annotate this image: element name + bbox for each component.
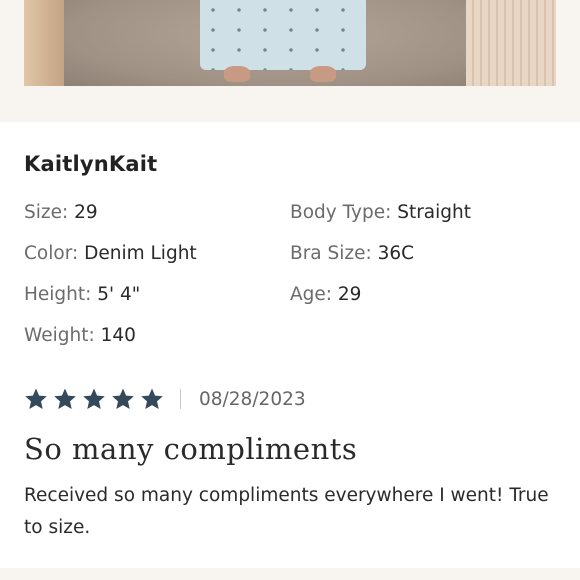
attr-color: Color: Denim Light xyxy=(24,243,197,264)
star-rating xyxy=(24,387,164,411)
reviewer-username: KaitlynKait xyxy=(24,152,158,176)
attr-size-value: 29 xyxy=(74,202,98,223)
rating-divider xyxy=(180,389,181,409)
attr-color-value: Denim Light xyxy=(84,243,197,264)
dress xyxy=(200,0,366,70)
attr-color-label: Color: xyxy=(24,243,79,264)
closet-door xyxy=(466,0,556,86)
review-card: KaitlynKait Size: 29 Color: Denim Light … xyxy=(0,122,580,568)
attr-height: Height: 5' 4" xyxy=(24,284,140,305)
attr-body-type-label: Body Type: xyxy=(290,202,392,223)
review-body: Received so many compliments everywhere … xyxy=(24,485,549,538)
attr-body-type: Body Type: Straight xyxy=(290,202,471,223)
review-title: So many compliments xyxy=(24,432,358,466)
attr-weight-label: Weight: xyxy=(24,325,95,346)
mirror-frame xyxy=(24,0,62,86)
attr-weight: Weight: 140 xyxy=(24,325,136,346)
foot-left xyxy=(224,66,250,82)
attr-height-value: 5' 4" xyxy=(97,284,141,305)
review-date: 08/28/2023 xyxy=(199,388,306,410)
attr-body-type-value: Straight xyxy=(397,202,472,223)
rating-row: 08/28/2023 xyxy=(24,386,306,412)
attr-size: Size: 29 xyxy=(24,202,98,223)
attr-bra-size-value: 36C xyxy=(377,243,415,264)
attr-age: Age: 29 xyxy=(290,284,361,305)
attr-age-label: Age: xyxy=(290,284,333,305)
attr-age-value: 29 xyxy=(337,284,362,305)
star-icon xyxy=(25,388,47,409)
star-icon xyxy=(112,388,134,409)
attr-weight-value: 140 xyxy=(100,325,136,346)
star-icon xyxy=(141,388,163,409)
review-photo[interactable] xyxy=(24,0,556,86)
foot-right xyxy=(310,66,336,82)
attr-size-label: Size: xyxy=(24,202,69,223)
attr-height-label: Height: xyxy=(24,284,92,305)
star-icon xyxy=(54,388,76,409)
star-icon xyxy=(83,388,105,409)
attr-bra-size: Bra Size: 36C xyxy=(290,243,414,264)
attr-bra-size-label: Bra Size: xyxy=(290,243,372,264)
